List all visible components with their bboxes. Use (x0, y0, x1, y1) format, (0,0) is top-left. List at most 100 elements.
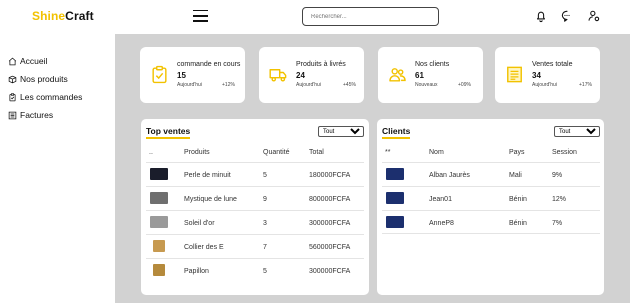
clients-panel: Clients Tout ** Nom Pays Session Alban J… (377, 119, 604, 295)
users-icon (389, 68, 406, 82)
product-name: Perle de minuit (184, 172, 231, 179)
column-header: Pays (509, 149, 525, 156)
product-thumbnail (153, 240, 165, 252)
clipboard-check-icon (152, 65, 167, 84)
table-row[interactable]: Perle de minuit 5 180000FCFA (146, 162, 364, 186)
table-row[interactable]: Alban Jaurès Mali 9% (382, 162, 600, 186)
stat-card-livraisons[interactable]: Produits à livrés 24 Aujourd'hui +45% (259, 47, 364, 103)
sidebar-item-accueil[interactable]: Accueil (8, 56, 47, 66)
sidebar-item-produits[interactable]: Nos produits (8, 74, 68, 84)
sidebar-item-factures[interactable]: Factures (8, 110, 53, 120)
product-total: 800000FCFA (309, 196, 351, 203)
stat-value: 34 (532, 71, 541, 80)
product-name: Papillon (184, 268, 209, 275)
product-total: 560000FCFA (309, 244, 351, 251)
client-avatar (386, 168, 404, 180)
panel-title: Top ventes (146, 126, 191, 139)
column-header: Total (309, 149, 324, 156)
product-quantity: 5 (263, 172, 267, 179)
logo-part-1: Shine (32, 9, 66, 23)
stat-percent: +17% (579, 82, 592, 88)
stat-value: 15 (177, 71, 186, 80)
top-sales-panel: Top ventes Tout .. Produits Quantité Tot… (141, 119, 369, 295)
box-icon (8, 75, 17, 83)
receipt-icon (507, 66, 522, 83)
client-session: 9% (552, 172, 563, 179)
top-bar: ShineCraft (0, 0, 630, 34)
truck-icon (269, 69, 287, 82)
stat-title: Produits à livrés (296, 61, 346, 68)
client-country: Bénin (509, 220, 527, 227)
bell-icon[interactable] (534, 9, 548, 23)
sidebar-item-label: Les commandes (20, 92, 83, 102)
product-thumbnail (150, 192, 168, 204)
clipboard-icon (9, 92, 16, 101)
product-name: Soleil d'or (184, 220, 215, 227)
client-name: Jean01 (429, 196, 452, 203)
panel-title: Clients (382, 126, 411, 139)
sidebar-item-label: Nos produits (20, 74, 68, 84)
sidebar-item-label: Accueil (20, 56, 48, 66)
stat-percent: +12% (222, 82, 235, 88)
clients-filter-select[interactable]: Tout (554, 126, 600, 137)
stat-value: 24 (296, 71, 305, 80)
stat-percent: +45% (343, 82, 356, 88)
product-quantity: 3 (263, 220, 267, 227)
top-sales-filter-select[interactable]: Tout (318, 126, 364, 137)
table-row[interactable]: Soleil d'or 3 300000FCFA (146, 210, 364, 234)
search-input[interactable] (302, 7, 439, 26)
product-total: 300000FCFA (309, 220, 351, 227)
column-header: Produits (184, 149, 210, 156)
stat-title: Nos clients (415, 61, 450, 68)
client-session: 12% (552, 196, 567, 203)
column-header: Session (552, 149, 577, 156)
client-name: Alban Jaurès (429, 172, 470, 179)
product-quantity: 5 (263, 268, 267, 275)
product-name: Collier des E (184, 244, 224, 251)
invoice-icon (8, 111, 17, 119)
main-content: commande en cours 15 Aujourd'hui +12% Pr… (115, 34, 630, 303)
logo-part-2: Craft (65, 9, 94, 23)
sidebar: Accueil Nos produits Les commandes Factu… (0, 34, 115, 303)
stat-percent: +09% (458, 82, 471, 88)
client-avatar (386, 192, 404, 204)
stat-card-clients[interactable]: Nos clients 61 Nouveaux +09% (378, 47, 483, 103)
stat-card-ventes[interactable]: Ventes totale 34 Aujourd'hui +17% (495, 47, 600, 103)
sidebar-item-label: Factures (20, 110, 54, 120)
column-header: Nom (429, 149, 444, 156)
table-row[interactable]: Jean01 Bénin 12% (382, 186, 600, 210)
stat-subtitle: Aujourd'hui (296, 82, 321, 88)
user-settings-icon[interactable] (587, 9, 601, 23)
client-name: AnneP8 (429, 220, 454, 227)
product-thumbnail (150, 168, 168, 180)
client-country: Mali (509, 172, 522, 179)
stat-title: commande en cours (177, 61, 241, 68)
sidebar-item-commandes[interactable]: Les commandes (8, 92, 82, 102)
product-total: 300000FCFA (309, 268, 351, 275)
client-session: 7% (552, 220, 563, 227)
stat-subtitle: Aujourd'hui (177, 82, 202, 88)
product-name: Mystique de lune (184, 196, 237, 203)
product-thumbnail (150, 216, 168, 228)
stat-card-commandes[interactable]: commande en cours 15 Aujourd'hui +12% (140, 47, 245, 103)
product-total: 180000FCFA (309, 172, 351, 179)
stat-subtitle: Nouveaux (415, 82, 438, 88)
hamburger-icon[interactable] (193, 10, 208, 22)
stat-title: Ventes totale (532, 61, 573, 68)
stat-subtitle: Aujourd'hui (532, 82, 557, 88)
logo[interactable]: ShineCraft (32, 9, 94, 23)
table-row[interactable]: AnneP8 Bénin 7% (382, 210, 600, 234)
column-header: Quantité (263, 149, 290, 156)
column-header: ** (385, 149, 391, 156)
client-avatar (386, 216, 404, 228)
product-quantity: 7 (263, 244, 267, 251)
chat-icon[interactable] (560, 9, 574, 23)
table-row[interactable]: Papillon 5 300000FCFA (146, 258, 364, 282)
stat-value: 61 (415, 71, 424, 80)
table-row[interactable]: Collier des E 7 560000FCFA (146, 234, 364, 258)
table-row[interactable]: Mystique de lune 9 800000FCFA (146, 186, 364, 210)
product-quantity: 9 (263, 196, 267, 203)
home-icon (8, 57, 17, 65)
client-country: Bénin (509, 196, 527, 203)
product-thumbnail (153, 264, 165, 276)
